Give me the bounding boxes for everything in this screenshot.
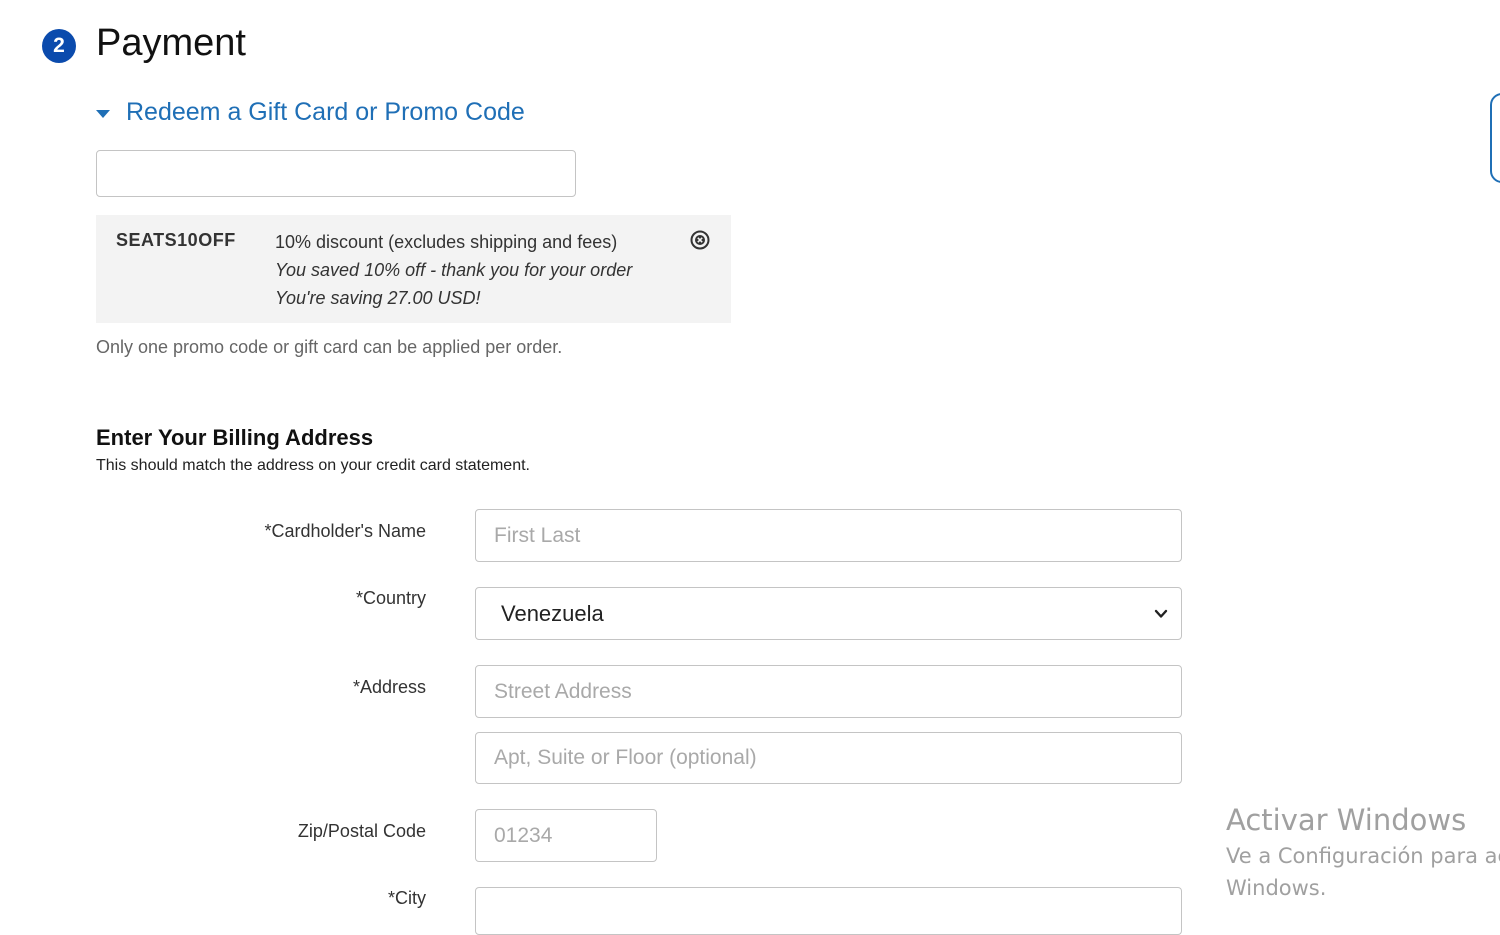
city-input[interactable] xyxy=(475,887,1182,935)
applied-promo-code: SEATS10OFF xyxy=(116,230,236,250)
offscreen-panel-edge xyxy=(1490,93,1500,183)
street-address-input[interactable] xyxy=(475,665,1182,718)
promo-saved-message: You saved 10% off - thank you for your o… xyxy=(275,260,633,280)
zip-code-label: Zip/Postal Code xyxy=(297,821,426,841)
promo-code-input[interactable] xyxy=(96,150,576,197)
chevron-down-icon xyxy=(1154,609,1168,618)
payment-section-title: Payment xyxy=(96,22,246,64)
country-label: *Country xyxy=(355,588,426,608)
promo-saving-message: You're saving 27.00 USD! xyxy=(275,288,481,308)
step-number-badge: 2 xyxy=(42,29,76,63)
city-label: *City xyxy=(387,888,426,908)
redeem-promo-label: Redeem a Gift Card or Promo Code xyxy=(126,98,525,126)
address-label: *Address xyxy=(352,677,426,697)
activate-windows-watermark: Activar Windows Ve a Configuración para … xyxy=(1226,800,1500,904)
applied-promo-panel: SEATS10OFF 10% discount (excludes shippi… xyxy=(96,215,731,323)
checkout-page: 2 Payment Redeem a Gift Card or Promo Co… xyxy=(0,0,1500,935)
cardholder-name-label: *Cardholder's Name xyxy=(264,521,426,541)
remove-promo-icon[interactable] xyxy=(690,230,710,250)
watermark-title: Activar Windows xyxy=(1226,803,1467,837)
billing-address-subtitle: This should match the address on your cr… xyxy=(96,457,530,474)
watermark-line-1: Ve a Configuración para activar xyxy=(1226,844,1500,868)
promo-description: 10% discount (excludes shipping and fees… xyxy=(275,232,618,252)
country-select[interactable]: Venezuela xyxy=(475,587,1182,640)
promo-limit-note: Only one promo code or gift card can be … xyxy=(96,337,563,357)
applied-promo-details: 10% discount (excludes shipping and fees… xyxy=(275,228,632,312)
caret-down-icon xyxy=(96,109,110,118)
redeem-promo-toggle[interactable]: Redeem a Gift Card or Promo Code xyxy=(96,98,525,127)
billing-address-title: Enter Your Billing Address xyxy=(96,425,374,450)
address-line2-input[interactable] xyxy=(475,732,1182,784)
zip-code-input[interactable] xyxy=(475,809,657,862)
watermark-line-2: Windows. xyxy=(1226,876,1327,900)
cardholder-name-input[interactable] xyxy=(475,509,1182,562)
country-selected-value: Venezuela xyxy=(501,601,604,626)
